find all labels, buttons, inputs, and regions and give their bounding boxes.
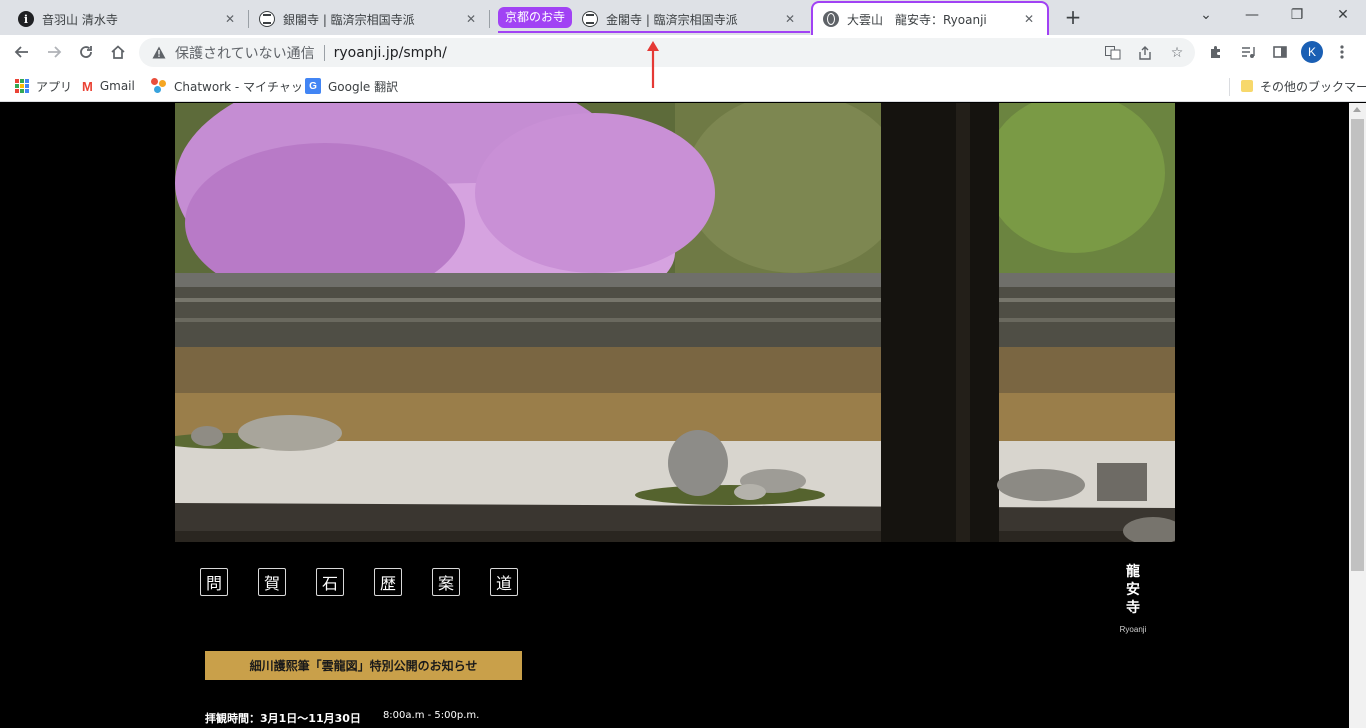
tab-title: 音羽山 清水寺 bbox=[42, 12, 118, 27]
apps-grid-icon bbox=[15, 79, 29, 93]
kebab-menu-icon bbox=[1340, 45, 1344, 59]
logo-roman-text: Ryoanji bbox=[1119, 625, 1147, 634]
profile-avatar[interactable]: K bbox=[1301, 41, 1323, 63]
annotation-arrow-icon bbox=[647, 41, 659, 88]
new-tab-button[interactable]: + bbox=[1062, 7, 1084, 29]
temple-icon bbox=[259, 11, 275, 27]
site-nav: 問 賀 石 歴 案 道 bbox=[200, 568, 518, 596]
special-exhibition-notice-button[interactable]: 細川護熙筆「雲龍図」特別公開のお知らせ bbox=[205, 651, 522, 680]
logo-char: 安 bbox=[1126, 582, 1140, 598]
logo-char: 寺 bbox=[1126, 600, 1140, 616]
close-icon[interactable]: ✕ bbox=[782, 11, 798, 27]
folder-icon bbox=[1241, 80, 1253, 92]
bookmark-other-folder[interactable]: その他のブックマーク bbox=[1241, 77, 1366, 95]
bookmark-label: Chatwork - マイチャット bbox=[174, 79, 315, 94]
page-scrollbar[interactable] bbox=[1349, 103, 1366, 728]
arrow-right-icon bbox=[48, 46, 62, 58]
tab-ryoanji[interactable]: 大雲山 龍安寺：Ryoanji ✕ bbox=[811, 1, 1049, 35]
google-translate-icon: G bbox=[305, 78, 321, 94]
scroll-up-arrow-icon[interactable] bbox=[1353, 107, 1361, 112]
address-bar[interactable]: 保護されていない通信 ryoanji.jp/smph/ ☆ bbox=[139, 38, 1195, 67]
home-button[interactable] bbox=[105, 39, 131, 65]
browser-toolbar: 保護されていない通信 ryoanji.jp/smph/ ☆ K bbox=[0, 35, 1366, 70]
nav-button-access[interactable]: 道 bbox=[490, 568, 518, 596]
web-page: 問 賀 石 歴 案 道 龍 安 寺 Ryoanji 細川護熙筆「雲龍図」特別公開… bbox=[0, 103, 1349, 728]
tab-ginkakuji[interactable]: 銀閣寺 | 臨済宗相国寺派 ✕ bbox=[249, 3, 489, 35]
close-icon[interactable]: ✕ bbox=[1021, 11, 1037, 27]
tab-divider bbox=[489, 10, 490, 28]
url-text[interactable]: ryoanji.jp/smph/ bbox=[334, 45, 447, 61]
window-close-button[interactable]: ✕ bbox=[1329, 4, 1357, 26]
share-icon[interactable] bbox=[1133, 42, 1157, 64]
rock-garden-photo bbox=[175, 103, 1175, 542]
visiting-hours-label: 拝観時間：3月1日〜11月30日 bbox=[205, 712, 361, 725]
chatwork-icon bbox=[151, 78, 167, 94]
side-panel-button[interactable] bbox=[1267, 39, 1293, 65]
restore-button[interactable]: ❐ bbox=[1283, 4, 1311, 26]
forward-button[interactable] bbox=[41, 39, 67, 65]
bookmark-google-translate[interactable]: G Google 翻訳 bbox=[305, 77, 398, 95]
tab-title: 金閣寺 | 臨済宗相国寺派 bbox=[606, 12, 738, 27]
reload-icon bbox=[80, 46, 92, 58]
arrow-left-icon bbox=[14, 46, 28, 58]
bookmark-label: Gmail bbox=[99, 79, 135, 93]
tab-title: 銀閣寺 | 臨済宗相国寺派 bbox=[283, 12, 415, 27]
menu-button[interactable] bbox=[1329, 39, 1355, 65]
tab-strip: i 音羽山 清水寺 ✕ 銀閣寺 | 臨済宗相国寺派 ✕ 京都のお寺 金閣寺 | … bbox=[0, 0, 1366, 35]
security-status-text: 保護されていない通信 bbox=[175, 45, 315, 62]
hero-image-rock-garden bbox=[175, 103, 1175, 542]
close-icon[interactable]: ✕ bbox=[222, 11, 238, 27]
nav-button-greeting[interactable]: 賀 bbox=[258, 568, 286, 596]
gmail-icon: M bbox=[82, 78, 93, 94]
back-button[interactable] bbox=[9, 39, 35, 65]
bookmarks-divider bbox=[1229, 78, 1230, 96]
media-control-button[interactable] bbox=[1235, 39, 1261, 65]
home-icon bbox=[111, 45, 125, 59]
bookmark-gmail[interactable]: M Gmail bbox=[82, 77, 135, 95]
address-divider bbox=[323, 44, 325, 61]
visiting-hours: 拝観時間：3月1日〜11月30日 8:00a.m - 5:00p.m. bbox=[205, 710, 479, 726]
bookmark-label: Google 翻訳 bbox=[328, 79, 399, 94]
side-panel-icon bbox=[1273, 46, 1287, 58]
translate-icon[interactable] bbox=[1101, 42, 1125, 64]
globe-icon bbox=[823, 11, 839, 27]
visiting-hours-time: 8:00a.m - 5:00p.m. bbox=[382, 710, 480, 721]
bookmark-label: アプリ bbox=[36, 79, 73, 94]
temple-icon bbox=[582, 11, 598, 27]
warning-icon[interactable] bbox=[151, 45, 167, 61]
nav-button-guide[interactable]: 案 bbox=[432, 568, 460, 596]
tab-kiyomizu[interactable]: i 音羽山 清水寺 ✕ bbox=[8, 3, 248, 35]
tab-group-label[interactable]: 京都のお寺 bbox=[498, 7, 573, 28]
playlist-icon bbox=[1242, 47, 1255, 58]
tab-group-underline bbox=[498, 31, 810, 33]
close-icon[interactable]: ✕ bbox=[463, 11, 479, 27]
tab-title: 大雲山 龍安寺：Ryoanji bbox=[847, 12, 987, 27]
reload-button[interactable] bbox=[73, 39, 99, 65]
nav-button-inquiry[interactable]: 問 bbox=[200, 568, 228, 596]
bookmark-star-icon[interactable]: ☆ bbox=[1165, 42, 1189, 64]
logo-char: 龍 bbox=[1126, 564, 1140, 580]
bookmark-chatwork[interactable]: Chatwork - マイチャット bbox=[151, 77, 315, 95]
minimize-button[interactable]: — bbox=[1238, 4, 1266, 26]
bookmarks-bar: アプリ M Gmail Chatwork - マイチャット G Google 翻… bbox=[0, 70, 1366, 102]
site-logo[interactable]: 龍 安 寺 Ryoanji bbox=[1112, 563, 1154, 634]
scrollbar-thumb[interactable] bbox=[1351, 119, 1364, 571]
info-icon: i bbox=[18, 11, 34, 27]
nav-button-stone-garden[interactable]: 石 bbox=[316, 568, 344, 596]
nav-button-history[interactable]: 歴 bbox=[374, 568, 402, 596]
tab-search-button[interactable]: ⌄ bbox=[1192, 4, 1220, 26]
puzzle-icon bbox=[1211, 46, 1220, 58]
extensions-button[interactable] bbox=[1203, 39, 1229, 65]
bookmark-label: その他のブックマーク bbox=[1260, 79, 1366, 94]
bookmark-apps[interactable]: アプリ bbox=[15, 77, 72, 95]
